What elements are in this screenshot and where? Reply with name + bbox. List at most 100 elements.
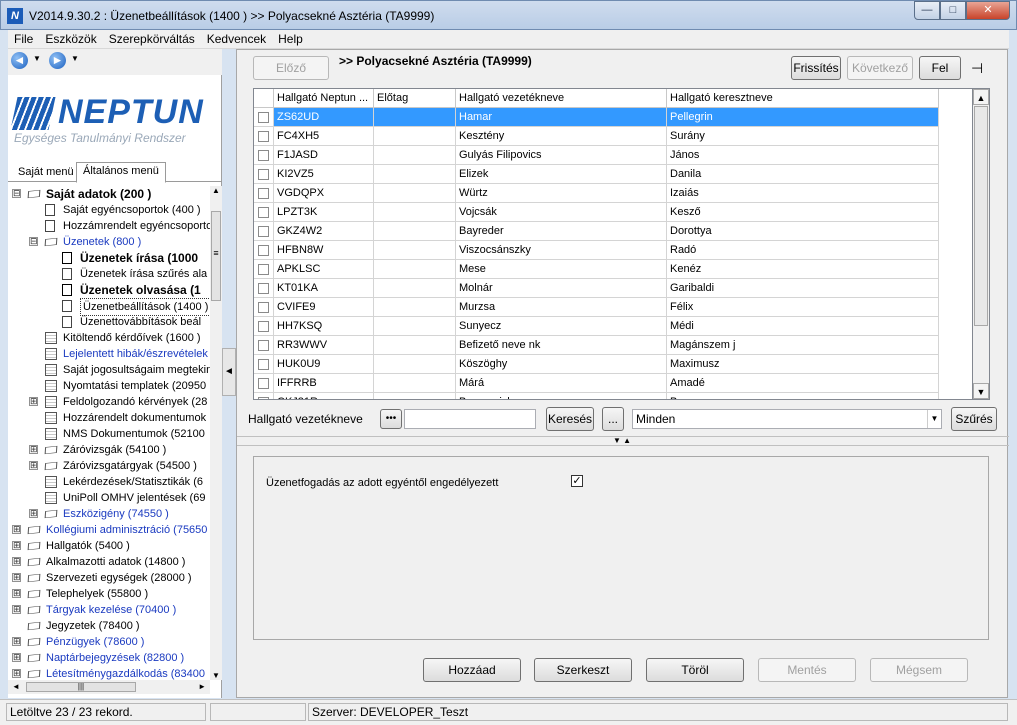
expand-node-icon[interactable]: ⊞: [12, 637, 21, 646]
table-row[interactable]: CKJ21R BarasovichBarszos: [254, 393, 939, 399]
row-checkbox-cell[interactable]: [254, 393, 274, 399]
collapse-node-icon[interactable]: ⊟: [12, 189, 21, 198]
back-history-caret-icon[interactable]: ▼: [33, 54, 41, 63]
table-row[interactable]: APKLSC Mese Kenéz: [254, 260, 939, 279]
tree-horizontal-scrollbar[interactable]: ◄ ||| ►: [8, 680, 210, 694]
tab-own-menu[interactable]: Saját menü: [12, 164, 80, 182]
filter-search-input[interactable]: [404, 409, 536, 429]
expand-node-icon[interactable]: ⊞: [29, 445, 38, 454]
row-checkbox[interactable]: [258, 282, 269, 294]
row-checkbox-cell[interactable]: [254, 298, 274, 317]
menu-favorites[interactable]: Kedvencek: [201, 32, 272, 46]
row-checkbox[interactable]: [258, 320, 269, 332]
save-button[interactable]: Mentés: [758, 658, 856, 682]
row-checkbox[interactable]: [258, 301, 269, 313]
refresh-button[interactable]: Frissítés: [791, 56, 841, 80]
row-checkbox[interactable]: [258, 130, 269, 142]
table-row[interactable]: RR3WWV Befizető neve nk Magánszem j: [254, 336, 939, 355]
grid-scroll-up-icon[interactable]: ▲: [973, 89, 989, 105]
splitter-arrows-icon[interactable]: ▼ ▲: [599, 437, 645, 445]
row-checkbox[interactable]: [258, 244, 269, 256]
grid-header-select[interactable]: [254, 89, 274, 108]
row-checkbox-cell[interactable]: [254, 108, 274, 127]
row-checkbox-cell[interactable]: [254, 241, 274, 260]
scroll-down-icon[interactable]: ▼: [212, 671, 220, 680]
table-row[interactable]: VGDQPX Würtz Izaiás: [254, 184, 939, 203]
table-row[interactable]: FC4XH5 Keszt­ény Surány: [254, 127, 939, 146]
panel-splitter[interactable]: ▼ ▲: [237, 436, 1009, 446]
expand-node-icon[interactable]: ⊞: [12, 525, 21, 534]
table-row[interactable]: KT01KA Molnár Garibaldi: [254, 279, 939, 298]
allow-messages-checkbox[interactable]: ✓: [571, 475, 583, 487]
table-row[interactable]: IFFRRB Márá Amadé: [254, 374, 939, 393]
row-checkbox-cell[interactable]: [254, 203, 274, 222]
grid-scroll-down-icon[interactable]: ▼: [973, 383, 989, 399]
expand-node-icon[interactable]: ⊞: [12, 589, 21, 598]
expand-node-icon[interactable]: ⊞: [29, 509, 38, 518]
minimize-button[interactable]: —: [914, 1, 940, 20]
delete-button[interactable]: Töröl: [646, 658, 744, 682]
students-grid[interactable]: Hallgató Neptun ... Előtag Hallgató veze…: [253, 88, 973, 400]
table-row[interactable]: LPZT3K Vojcsák Kesző: [254, 203, 939, 222]
row-checkbox-cell[interactable]: [254, 336, 274, 355]
row-checkbox[interactable]: [258, 263, 269, 275]
row-checkbox[interactable]: [258, 206, 269, 218]
row-checkbox[interactable]: [258, 168, 269, 180]
filter-options-button[interactable]: •••: [380, 409, 402, 429]
add-button[interactable]: Hozzáad: [423, 658, 521, 682]
menu-role-switch[interactable]: Szerepkörváltás: [103, 32, 201, 46]
scroll-up-icon[interactable]: ▲: [212, 186, 220, 195]
maximize-button[interactable]: □: [940, 1, 966, 20]
row-checkbox-cell[interactable]: [254, 279, 274, 298]
row-checkbox[interactable]: [258, 396, 269, 399]
row-checkbox-cell[interactable]: [254, 222, 274, 241]
row-checkbox[interactable]: [258, 377, 269, 389]
grid-vertical-scrollbar[interactable]: ▲ ▼: [973, 88, 990, 400]
row-checkbox[interactable]: [258, 358, 269, 370]
tab-general-menu[interactable]: Általános menü: [76, 162, 166, 183]
menu-help[interactable]: Help: [272, 32, 309, 46]
grid-header-first-name[interactable]: Hallgató keresztneve: [667, 89, 939, 108]
grid-header-neptun-code[interactable]: Hallgató Neptun ...: [274, 89, 374, 108]
expand-node-icon[interactable]: ⊞: [29, 397, 38, 406]
menu-file[interactable]: File: [8, 32, 39, 46]
grid-header-last-name[interactable]: Hallgató vezetékneve: [456, 89, 667, 108]
close-button[interactable]: ✕: [966, 1, 1010, 20]
row-checkbox-cell[interactable]: [254, 165, 274, 184]
scroll-left-icon[interactable]: ◄: [12, 682, 20, 691]
table-row[interactable]: CVIFE9 Murzsa Félix: [254, 298, 939, 317]
expand-node-icon[interactable]: ⊞: [12, 605, 21, 614]
filter-scope-select[interactable]: Minden ▼: [632, 409, 942, 429]
cancel-button[interactable]: Mégsem: [870, 658, 968, 682]
tree-scroll-thumb[interactable]: ≡: [211, 211, 221, 301]
forward-icon[interactable]: ►: [49, 52, 66, 69]
row-checkbox[interactable]: [258, 149, 269, 161]
back-icon[interactable]: ◄: [11, 52, 28, 69]
scroll-right-icon[interactable]: ►: [198, 682, 206, 691]
table-row[interactable]: F1JASD Gulyás Filipovics János: [254, 146, 939, 165]
previous-button[interactable]: Előző: [253, 56, 329, 80]
row-checkbox-cell[interactable]: [254, 260, 274, 279]
collapse-node-icon[interactable]: ⊟: [29, 237, 38, 246]
row-checkbox[interactable]: [258, 225, 269, 237]
table-row[interactable]: HH7KSQ Sunyecz Médi: [254, 317, 939, 336]
grid-scroll-thumb[interactable]: [974, 106, 988, 326]
row-checkbox[interactable]: [258, 187, 269, 199]
up-button[interactable]: Fel: [919, 56, 961, 80]
collapse-left-panel-button[interactable]: ◄: [222, 348, 236, 396]
expand-node-icon[interactable]: ⊞: [29, 461, 38, 470]
row-checkbox-cell[interactable]: [254, 146, 274, 165]
row-checkbox-cell[interactable]: [254, 355, 274, 374]
row-checkbox[interactable]: [258, 339, 269, 351]
row-checkbox-cell[interactable]: [254, 317, 274, 336]
row-checkbox-cell[interactable]: [254, 127, 274, 146]
expand-node-icon[interactable]: ⊞: [12, 669, 21, 678]
search-button[interactable]: Keresés: [546, 407, 594, 431]
menu-tools[interactable]: Eszközök: [39, 32, 102, 46]
table-row[interactable]: GKZ4W2 Bayreder Dorottya: [254, 222, 939, 241]
table-row[interactable]: ZS62UD Hamar Pellegrin: [254, 108, 939, 127]
expand-node-icon[interactable]: ⊞: [12, 573, 21, 582]
forward-history-caret-icon[interactable]: ▼: [71, 54, 79, 63]
expand-node-icon[interactable]: ⊞: [12, 541, 21, 550]
table-row[interactable]: HUK0U9 Köszöghy Maximusz: [254, 355, 939, 374]
